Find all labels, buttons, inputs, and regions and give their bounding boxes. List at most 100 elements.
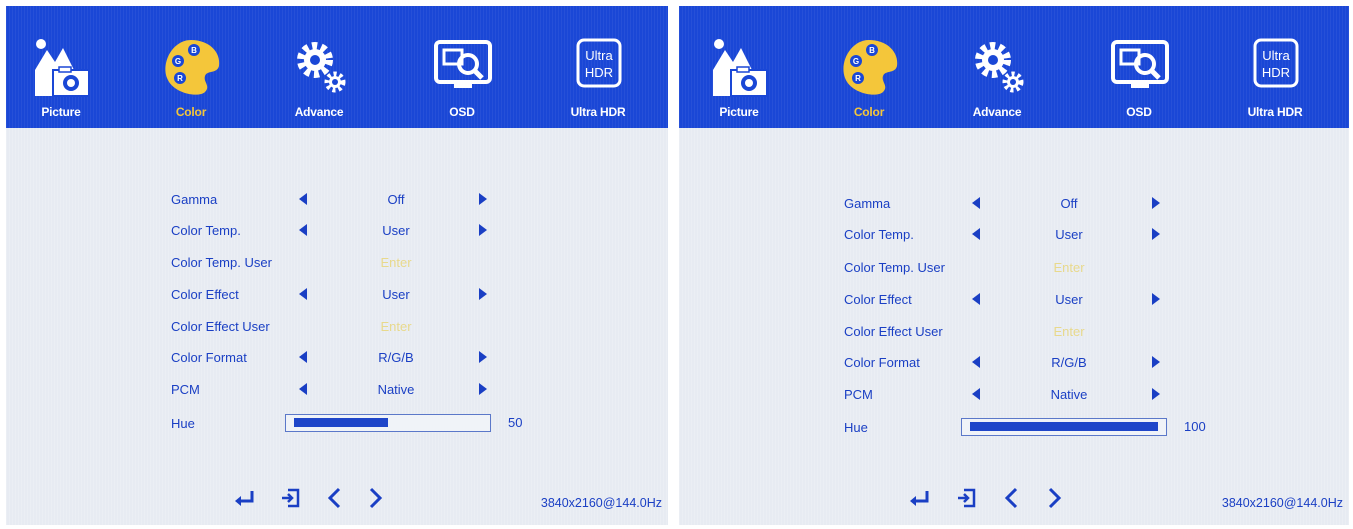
color-effect-user-label: Color Effect User <box>171 319 270 334</box>
tab-picture[interactable]: Picture <box>11 36 111 122</box>
picture-icon <box>35 39 90 97</box>
arrow-left-icon[interactable] <box>296 349 310 365</box>
gamma-value: Off <box>387 192 405 207</box>
resolution-readout: 3840x2160@144.0Hz <box>540 496 662 510</box>
arrow-left-icon[interactable] <box>969 386 983 402</box>
tab-picture-label: Picture <box>41 105 81 119</box>
color-format-value: R/G/B <box>378 350 414 365</box>
tab-advance-label: Advance <box>294 105 344 119</box>
arrow-left-icon[interactable] <box>969 354 983 370</box>
menu-row-color-effect-user[interactable]: Color Effect User Enter <box>679 320 1239 344</box>
color-format-value: R/G/B <box>1051 355 1087 370</box>
arrow-left-icon[interactable] <box>969 195 983 211</box>
gears-icon <box>297 42 346 93</box>
tab-osd[interactable]: OSD <box>1089 36 1189 122</box>
monitor-magnifier-icon <box>1111 40 1169 88</box>
tab-advance[interactable]: Advance <box>947 36 1047 122</box>
menu-row-hue[interactable]: Hue 100 <box>679 416 1239 440</box>
hue-slider[interactable] <box>961 418 1167 436</box>
svg-text:G: G <box>853 57 859 66</box>
gamma-label: Gamma <box>171 192 218 207</box>
arrow-right-icon[interactable] <box>1149 291 1163 307</box>
menu-row-color-effect[interactable]: Color Effect User <box>679 288 1239 312</box>
menu-row-color-temp-user[interactable]: Color Temp. User Enter <box>679 256 1239 280</box>
color-effect-label: Color Effect <box>844 292 912 307</box>
osd-tab-bar: Picture B G R Color Advance OSD Ultra HD… <box>6 6 668 128</box>
arrow-right-icon[interactable] <box>1149 226 1163 242</box>
color-effect-user-enter[interactable]: Enter <box>336 319 456 334</box>
arrow-right-icon[interactable] <box>1149 354 1163 370</box>
arrow-right-icon[interactable] <box>476 286 490 302</box>
hue-slider-fill <box>970 422 1158 431</box>
ultra-icon-line2: HDR <box>1262 65 1290 80</box>
color-temp-user-enter[interactable]: Enter <box>1009 260 1129 275</box>
hue-value: 50 <box>508 415 523 430</box>
arrow-right-icon[interactable] <box>476 349 490 365</box>
svg-text:R: R <box>855 74 861 83</box>
arrow-right-icon[interactable] <box>1149 386 1163 402</box>
arrow-left-icon[interactable] <box>296 381 310 397</box>
menu-row-color-effect-user[interactable]: Color Effect User Enter <box>6 315 566 339</box>
menu-row-color-effect[interactable]: Color Effect User <box>6 283 566 307</box>
arrow-left-icon[interactable] <box>969 226 983 242</box>
tab-ultra-hdr[interactable]: Ultra HDR Ultra HDR <box>548 36 648 122</box>
hue-label: Hue <box>171 416 195 431</box>
arrow-right-icon[interactable] <box>476 222 490 238</box>
pcm-label: PCM <box>844 387 873 402</box>
tab-color[interactable]: B G R Color <box>819 36 919 122</box>
arrow-right-icon[interactable] <box>1149 195 1163 211</box>
ultra-hdr-icon: Ultra HDR <box>1253 38 1299 88</box>
chevron-right-icon[interactable] <box>1041 485 1067 511</box>
arrow-left-icon[interactable] <box>296 286 310 302</box>
menu-row-gamma[interactable]: Gamma Off <box>679 192 1239 216</box>
pcm-label: PCM <box>171 382 200 397</box>
color-effect-user-enter[interactable]: Enter <box>1009 324 1129 339</box>
arrow-left-icon[interactable] <box>296 222 310 238</box>
osd-screen-right: Picture B G R Color Advance OSD Ultra HD… <box>679 6 1349 525</box>
menu-row-color-temp[interactable]: Color Temp. User <box>6 219 566 243</box>
menu-row-color-temp-user[interactable]: Color Temp. User Enter <box>6 251 566 275</box>
chevron-left-icon[interactable] <box>999 485 1025 511</box>
tab-osd-label: OSD <box>449 105 475 119</box>
svg-text:G: G <box>175 57 181 66</box>
color-temp-label: Color Temp. <box>844 227 914 242</box>
tab-osd-label: OSD <box>1126 105 1152 119</box>
menu-row-gamma[interactable]: Gamma Off <box>6 188 566 212</box>
color-effect-label: Color Effect <box>171 287 239 302</box>
color-temp-label: Color Temp. <box>171 223 241 238</box>
hue-value: 100 <box>1184 419 1206 434</box>
chevron-left-icon[interactable] <box>322 485 348 511</box>
menu-row-color-temp[interactable]: Color Temp. User <box>679 223 1239 247</box>
enter-arrow-icon[interactable] <box>907 485 933 511</box>
exit-icon[interactable] <box>954 485 980 511</box>
menu-row-color-format[interactable]: Color Format R/G/B <box>679 351 1239 375</box>
arrow-right-icon[interactable] <box>476 381 490 397</box>
menu-row-pcm[interactable]: PCM Native <box>679 383 1239 407</box>
tab-advance[interactable]: Advance <box>269 36 369 122</box>
tab-picture[interactable]: Picture <box>689 36 789 122</box>
menu-row-pcm[interactable]: PCM Native <box>6 378 566 402</box>
menu-row-color-format[interactable]: Color Format R/G/B <box>6 346 566 370</box>
tab-osd[interactable]: OSD <box>412 36 512 122</box>
chevron-right-icon[interactable] <box>362 485 388 511</box>
tab-color[interactable]: B G R Color <box>141 36 241 122</box>
osd-screen-left: Picture B G R Color Advance OSD Ultra HD… <box>6 6 668 525</box>
tab-ultra-hdr-label: Ultra HDR <box>1247 105 1303 119</box>
gears-icon <box>975 42 1024 93</box>
arrow-left-icon[interactable] <box>296 191 310 207</box>
enter-arrow-icon[interactable] <box>232 485 258 511</box>
exit-icon[interactable] <box>278 485 304 511</box>
hue-slider[interactable] <box>285 414 491 432</box>
tab-picture-label: Picture <box>719 105 759 119</box>
color-temp-user-enter[interactable]: Enter <box>336 255 456 270</box>
ultra-icon-line1: Ultra <box>1262 48 1290 63</box>
arrow-left-icon[interactable] <box>969 291 983 307</box>
menu-row-hue[interactable]: Hue 50 <box>6 412 566 436</box>
arrow-right-icon[interactable] <box>476 191 490 207</box>
tab-ultra-hdr[interactable]: Ultra HDR Ultra HDR <box>1225 36 1325 122</box>
color-temp-user-label: Color Temp. User <box>844 260 945 275</box>
color-format-label: Color Format <box>171 350 247 365</box>
osd-footer: 3840x2160@144.0Hz <box>6 475 668 525</box>
ultra-hdr-icon: Ultra HDR <box>576 38 622 88</box>
tab-color-label: Color <box>175 105 207 119</box>
